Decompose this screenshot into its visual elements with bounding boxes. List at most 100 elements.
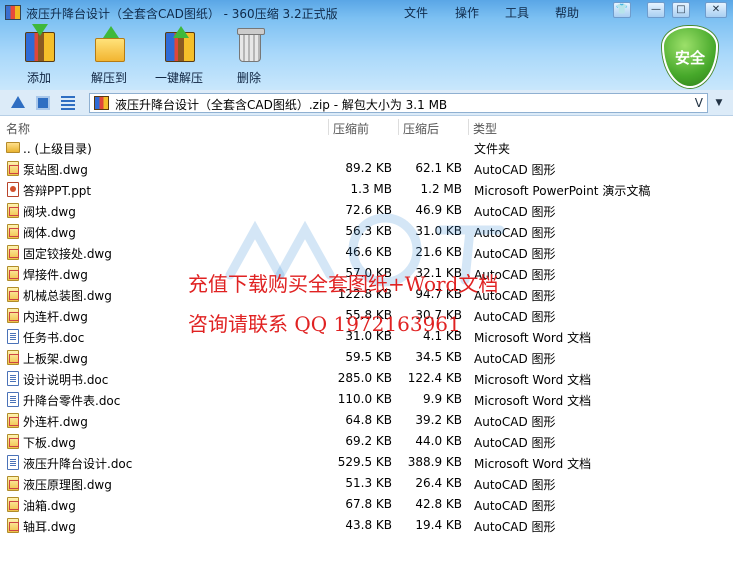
archive-icon	[94, 96, 109, 110]
skin-button[interactable]: 👕	[613, 2, 631, 18]
file-size: 59.5 KB	[345, 350, 392, 364]
menu-operate[interactable]: 操作	[455, 4, 479, 21]
file-type: AutoCAD 图形	[474, 163, 556, 177]
title-bar: 液压升降台设计（全套含CAD图纸） - 360压缩 3.2正式版 文件 操作 工…	[0, 0, 733, 24]
doc-file-icon	[7, 329, 19, 344]
column-compressed[interactable]: 压缩后	[403, 120, 439, 137]
file-row[interactable]: 设计说明书.doc 285.0 KB 122.4 KB Microsoft Word …	[0, 368, 733, 389]
file-name: 液压原理图.dwg	[23, 478, 112, 492]
file-row[interactable]: 轴耳.dwg 43.8 KB 19.4 KB AutoCAD 图形	[0, 515, 733, 536]
file-type: Microsoft Word 文档	[474, 457, 592, 471]
file-compressed-size: 30.7 KB	[415, 308, 462, 322]
menu-help[interactable]: 帮助	[555, 4, 579, 21]
file-size: 43.8 KB	[345, 518, 392, 532]
file-name: 液压升降台设计.doc	[23, 457, 133, 471]
column-type[interactable]: 类型	[473, 120, 497, 137]
file-row[interactable]: 下板.dwg 69.2 KB 44.0 KB AutoCAD 图形	[0, 431, 733, 452]
file-row[interactable]: 液压升降台设计.doc 529.5 KB 388.9 KB Microsoft Wor…	[0, 452, 733, 473]
column-divider[interactable]	[398, 119, 399, 135]
file-row[interactable]: 阀块.dwg 72.6 KB 46.9 KB AutoCAD 图形	[0, 200, 733, 221]
menu-tools[interactable]: 工具	[505, 4, 529, 21]
minimize-button[interactable]: —	[647, 2, 665, 18]
dwg-file-icon	[7, 518, 19, 533]
file-type: AutoCAD 图形	[474, 478, 556, 492]
file-row[interactable]: 焊接件.dwg 57.0 KB 32.1 KB AutoCAD 图形	[0, 263, 733, 284]
file-row[interactable]: 内连杆.dwg 55.8 KB 30.7 KB AutoCAD 图形	[0, 305, 733, 326]
file-row[interactable]: 阀体.dwg 56.3 KB 31.0 KB AutoCAD 图形	[0, 221, 733, 242]
column-name[interactable]: 名称	[6, 120, 30, 137]
file-compressed-size: 39.2 KB	[415, 413, 462, 427]
archive-app-icon	[5, 5, 21, 20]
extract-to-button[interactable]: 解压到	[73, 26, 145, 86]
file-compressed-size: 9.9 KB	[423, 392, 462, 406]
delete-button[interactable]: 删除	[213, 28, 285, 86]
file-row[interactable]: 上板架.dwg 59.5 KB 34.5 KB AutoCAD 图形	[0, 347, 733, 368]
file-name: 升降台零件表.doc	[23, 394, 121, 408]
one-click-extract-icon	[163, 26, 197, 64]
file-name: 任务书.doc	[23, 331, 85, 345]
file-size: 69.2 KB	[345, 434, 392, 448]
file-size: 46.6 KB	[345, 245, 392, 259]
one-click-extract-label: 一键解压	[154, 71, 203, 85]
file-compressed-size: 34.5 KB	[415, 350, 462, 364]
dwg-file-icon	[7, 266, 19, 281]
file-compressed-size: 31.0 KB	[415, 224, 462, 238]
file-name: 阀块.dwg	[23, 205, 76, 219]
file-row[interactable]: 油箱.dwg 67.8 KB 42.8 KB AutoCAD 图形	[0, 494, 733, 515]
address-bar[interactable]: 液压升降台设计（全套含CAD图纸）.zip - 解包大小为 3.1 MB V	[89, 93, 708, 113]
security-shield-button[interactable]: 安全	[662, 26, 718, 88]
file-compressed-size: 19.4 KB	[415, 518, 462, 532]
file-size: 72.6 KB	[345, 203, 392, 217]
up-arrow-icon[interactable]	[11, 96, 25, 108]
file-type: AutoCAD 图形	[474, 205, 556, 219]
file-size: 285.0 KB	[337, 371, 392, 385]
file-size: 56.3 KB	[345, 224, 392, 238]
dwg-file-icon	[7, 350, 19, 365]
file-name: 焊接件.dwg	[23, 268, 88, 282]
maximize-button[interactable]: □	[672, 2, 690, 18]
address-history-button[interactable]: V	[695, 96, 703, 110]
doc-file-icon	[7, 455, 19, 470]
menu-file[interactable]: 文件	[404, 4, 428, 21]
file-row[interactable]: .. (上级目录) 文件夹	[0, 137, 733, 158]
add-button[interactable]: 添加	[3, 24, 75, 86]
column-size[interactable]: 压缩前	[333, 120, 369, 137]
file-row[interactable]: 泵站图.dwg 89.2 KB 62.1 KB AutoCAD 图形	[0, 158, 733, 179]
close-button[interactable]: ✕	[705, 2, 727, 18]
file-type: AutoCAD 图形	[474, 499, 556, 513]
file-compressed-size: 4.1 KB	[423, 329, 462, 343]
dwg-file-icon	[7, 308, 19, 323]
file-type: AutoCAD 图形	[474, 520, 556, 534]
address-path: 液压升降台设计（全套含CAD图纸）.zip - 解包大小为 3.1 MB	[115, 98, 448, 112]
file-size: 110.0 KB	[337, 392, 392, 406]
column-divider[interactable]	[468, 119, 469, 135]
dwg-file-icon	[7, 497, 19, 512]
file-size: 529.5 KB	[337, 455, 392, 469]
file-size: 31.0 KB	[345, 329, 392, 343]
file-name: 下板.dwg	[23, 436, 76, 450]
file-row[interactable]: 答辩PPT.ppt 1.3 MB 1.2 MB Microsoft PowerPoin…	[0, 179, 733, 200]
one-click-extract-button[interactable]: 一键解压	[143, 26, 215, 86]
file-row[interactable]: 外连杆.dwg 64.8 KB 39.2 KB AutoCAD 图形	[0, 410, 733, 431]
file-type: AutoCAD 图形	[474, 247, 556, 261]
file-row[interactable]: 机械总装图.dwg 122.8 KB 94.7 KB AutoCAD 图形	[0, 284, 733, 305]
file-size: 51.3 KB	[345, 476, 392, 490]
file-type: AutoCAD 图形	[474, 268, 556, 282]
dwg-file-icon	[7, 203, 19, 218]
file-row[interactable]: 液压原理图.dwg 51.3 KB 26.4 KB AutoCAD 图形	[0, 473, 733, 494]
file-size: 64.8 KB	[345, 413, 392, 427]
file-row[interactable]: 升降台零件表.doc 110.0 KB 9.9 KB Microsoft Word 文…	[0, 389, 733, 410]
list-view-icon[interactable]	[61, 96, 75, 110]
file-type: Microsoft PowerPoint 演示文稿	[474, 184, 651, 198]
column-divider[interactable]	[328, 119, 329, 135]
file-row[interactable]: 固定铰接处.dwg 46.6 KB 21.6 KB AutoCAD 图形	[0, 242, 733, 263]
file-size: 67.8 KB	[345, 497, 392, 511]
thumbnail-view-icon[interactable]	[36, 96, 50, 110]
list-header: 名称 压缩前 压缩后 类型	[0, 117, 733, 137]
file-compressed-size: 122.4 KB	[407, 371, 462, 385]
dwg-file-icon	[7, 413, 19, 428]
chevron-down-icon[interactable]: ▼	[711, 95, 727, 111]
file-row[interactable]: 任务书.doc 31.0 KB 4.1 KB Microsoft Word 文档	[0, 326, 733, 347]
file-size: 89.2 KB	[345, 161, 392, 175]
extract-box-icon	[93, 26, 127, 64]
